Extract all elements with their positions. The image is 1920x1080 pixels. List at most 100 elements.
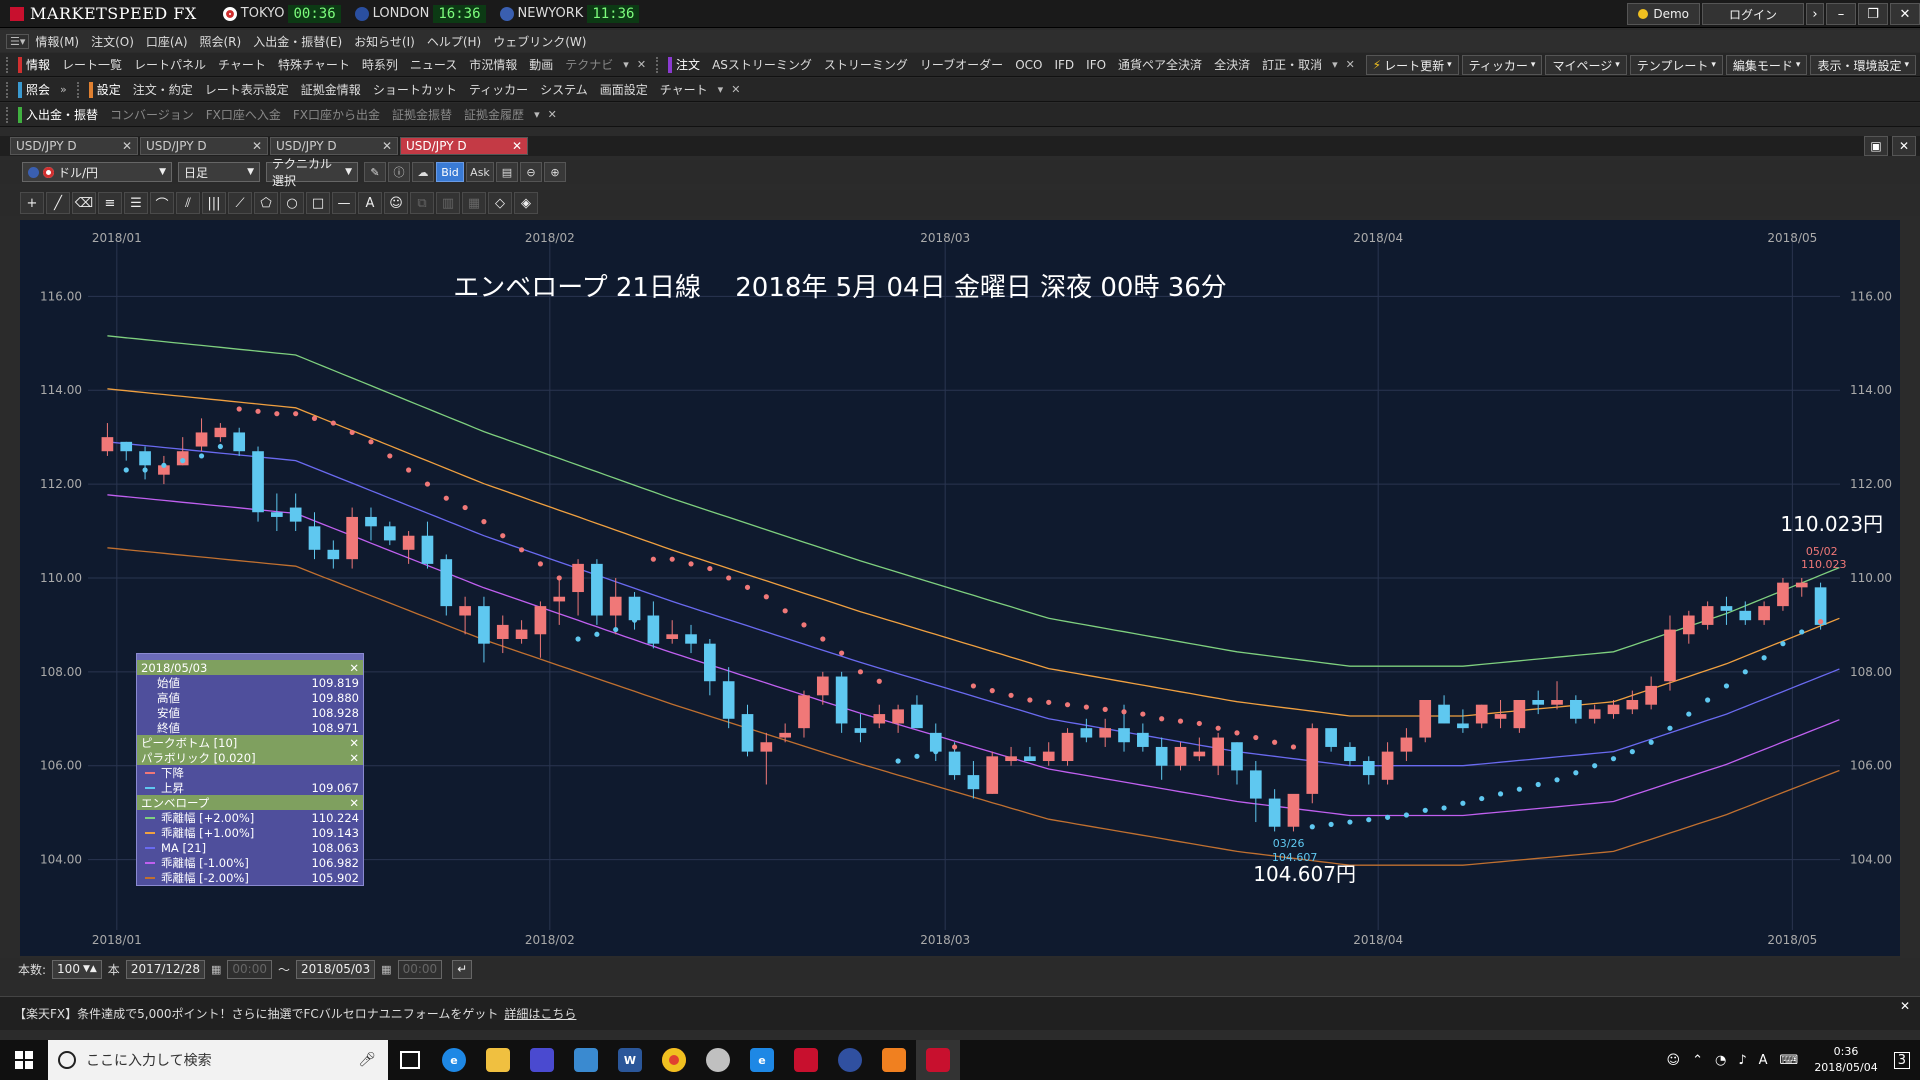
tool-ifo[interactable]: IFO xyxy=(1080,58,1112,72)
technical-select[interactable]: テクニカル選択 ▼ xyxy=(266,157,358,188)
tool-time-series[interactable]: 時系列 xyxy=(356,56,404,73)
login-button[interactable]: ログイン xyxy=(1702,3,1804,25)
currency-pair-select[interactable]: ドル/円 ▼ xyxy=(22,162,172,182)
circle-icon[interactable]: ○ xyxy=(280,192,304,214)
ie-icon[interactable]: e xyxy=(432,1040,476,1080)
close-icon[interactable]: ✕ xyxy=(349,736,359,750)
tool-fx-withdraw[interactable]: FX口座から出金 xyxy=(287,106,386,123)
tool-ticker[interactable]: ティッカー xyxy=(463,81,534,98)
mypage-button[interactable]: マイページ ▾ xyxy=(1545,55,1627,75)
paste-icon[interactable]: ▥ xyxy=(436,192,460,214)
taskbar-search-input[interactable]: ここに入力して検索 🎤︎ xyxy=(48,1040,388,1080)
chevron-right-icon[interactable]: › xyxy=(1806,3,1824,25)
chart-mode-icon[interactable]: ▤ xyxy=(496,162,518,182)
toolbar-grip[interactable] xyxy=(6,81,12,98)
rectangle-icon[interactable]: □ xyxy=(306,192,330,214)
menu-info[interactable]: 情報(M) xyxy=(29,33,85,50)
tool-leave-order[interactable]: リーブオーダー xyxy=(914,56,1009,73)
tool-margin-history[interactable]: 証拠金履歴 xyxy=(458,106,530,123)
notification-icon[interactable]: 3 xyxy=(1893,1051,1910,1069)
volume-icon[interactable]: ♪ xyxy=(1738,1053,1746,1068)
tool-as-streaming[interactable]: ASストリーミング xyxy=(706,56,818,73)
from-time-input[interactable]: 00:00 xyxy=(227,959,272,979)
demo-button[interactable]: Demo xyxy=(1627,3,1700,25)
crosshair-icon[interactable]: + xyxy=(20,192,44,214)
close-button[interactable]: ✕ xyxy=(1890,3,1920,25)
pen-icon[interactable]: ✎ xyxy=(364,162,386,182)
to-time-input[interactable]: 00:00 xyxy=(397,959,443,979)
chevron-down-icon[interactable]: ▾ xyxy=(714,83,728,96)
restore-button[interactable]: ❐ xyxy=(1858,3,1888,25)
menu-deposit[interactable]: 入出金・振替(E) xyxy=(247,33,348,50)
tab-usdjpy-1[interactable]: USD/JPY D ✕ xyxy=(10,137,138,155)
tool-amend-cancel[interactable]: 訂正・取消 xyxy=(1256,56,1328,73)
expand-icon[interactable]: » xyxy=(56,83,71,96)
toolbar-grip[interactable] xyxy=(6,56,12,73)
tool-news[interactable]: ニュース xyxy=(404,56,463,73)
paint-icon[interactable] xyxy=(696,1040,740,1080)
tool-order-execution[interactable]: 注文・約定 xyxy=(127,81,199,98)
chrome-icon[interactable] xyxy=(652,1040,696,1080)
network-icon[interactable]: ◔ xyxy=(1715,1053,1726,1068)
close-icon[interactable]: ✕ xyxy=(349,751,359,765)
trendline-icon[interactable]: ╱ xyxy=(46,192,70,214)
close-icon[interactable]: ✕ xyxy=(512,139,522,153)
tool-rate-list[interactable]: レート一覧 xyxy=(56,56,128,73)
icon-tool-icon[interactable]: ☺ xyxy=(384,192,408,214)
toolbar-grip[interactable] xyxy=(656,56,662,73)
close-icon[interactable]: ✕ xyxy=(544,108,561,121)
hlines-icon[interactable]: ☰ xyxy=(124,192,148,214)
tool-system[interactable]: システム xyxy=(534,81,594,98)
zoom-out-icon[interactable]: ⊖ xyxy=(520,162,542,182)
menu-account[interactable]: 口座(A) xyxy=(140,33,194,50)
tool-fx-deposit[interactable]: FX口座へ入金 xyxy=(200,106,287,123)
tab-usdjpy-3[interactable]: USD/JPY D ✕ xyxy=(270,137,398,155)
tool-market-info[interactable]: 市況情報 xyxy=(463,56,523,73)
template-button[interactable]: テンプレート ▾ xyxy=(1629,55,1723,75)
to-date-input[interactable]: 2018/05/03 xyxy=(296,959,376,979)
close-icon[interactable]: ✕ xyxy=(633,58,650,71)
close-icon[interactable]: ✕ xyxy=(1900,999,1910,1013)
from-date-input[interactable]: 2017/12/28 xyxy=(125,959,205,979)
refresh-icon[interactable]: ↵ xyxy=(452,959,473,979)
menu-notice[interactable]: お知らせ(I) xyxy=(348,33,421,50)
tool-streaming[interactable]: ストリーミング xyxy=(818,56,914,73)
menu-weblink[interactable]: ウェブリンク(W) xyxy=(487,33,592,50)
calendar-icon[interactable]: ▦ xyxy=(377,963,395,976)
tool-rate-display[interactable]: レート表示設定 xyxy=(199,81,295,98)
tool-margin-info[interactable]: 証拠金情報 xyxy=(295,81,367,98)
line-icon[interactable]: — xyxy=(332,192,356,214)
edit-mode-button[interactable]: 編集モード ▾ xyxy=(1725,55,1808,75)
close-icon[interactable]: ✕ xyxy=(1342,58,1359,71)
delete-icon[interactable]: ◇ xyxy=(488,192,512,214)
minimize-button[interactable]: – xyxy=(1826,3,1856,25)
close-icon[interactable]: ✕ xyxy=(382,139,392,153)
tool-technavi[interactable]: テクナビ xyxy=(559,56,619,73)
rate-update-button[interactable]: ⚡ レート更新 ▾ xyxy=(1365,55,1459,75)
eraser-icon[interactable]: ⌫ xyxy=(72,192,96,214)
duplicate-icon[interactable]: ▦ xyxy=(462,192,486,214)
bar-count-select[interactable]: 100 ▼▲ xyxy=(52,959,102,979)
arc-icon[interactable]: ⌒ xyxy=(150,192,174,214)
menu-icon[interactable]: ☰▾ xyxy=(6,33,30,49)
fan-icon[interactable]: ⟋ xyxy=(228,192,252,214)
tab-usdjpy-4[interactable]: USD/JPY D ✕ xyxy=(400,137,528,155)
maximize-panel-button[interactable]: ▣ xyxy=(1864,136,1888,156)
text-icon[interactable]: A xyxy=(358,192,382,214)
close-icon[interactable]: ✕ xyxy=(122,139,132,153)
delete-all-icon[interactable]: ◈ xyxy=(514,192,538,214)
people-icon[interactable]: ☺ xyxy=(1667,1053,1681,1068)
explorer-icon[interactable] xyxy=(476,1040,520,1080)
clock[interactable]: 0:36 2018/05/04 xyxy=(1814,1044,1877,1076)
tool-conversion[interactable]: コンバージョン xyxy=(104,106,200,123)
word-icon[interactable]: W xyxy=(608,1040,652,1080)
toolbar-grip[interactable] xyxy=(6,106,12,123)
tool-video[interactable]: 動画 xyxy=(523,56,559,73)
marketspeed-icon[interactable] xyxy=(784,1040,828,1080)
bid-toggle[interactable]: Bid xyxy=(436,162,464,182)
pentagon-icon[interactable]: ⬠ xyxy=(254,192,278,214)
channel-icon[interactable]: ⫽ xyxy=(176,192,200,214)
data-window[interactable]: 2018/05/03 ✕ 始値 109.819 高値 109.880 安値 108.92… xyxy=(136,653,364,886)
task-view-icon[interactable] xyxy=(388,1040,432,1080)
news-detail-link[interactable]: 詳細はこちら xyxy=(504,1007,576,1021)
